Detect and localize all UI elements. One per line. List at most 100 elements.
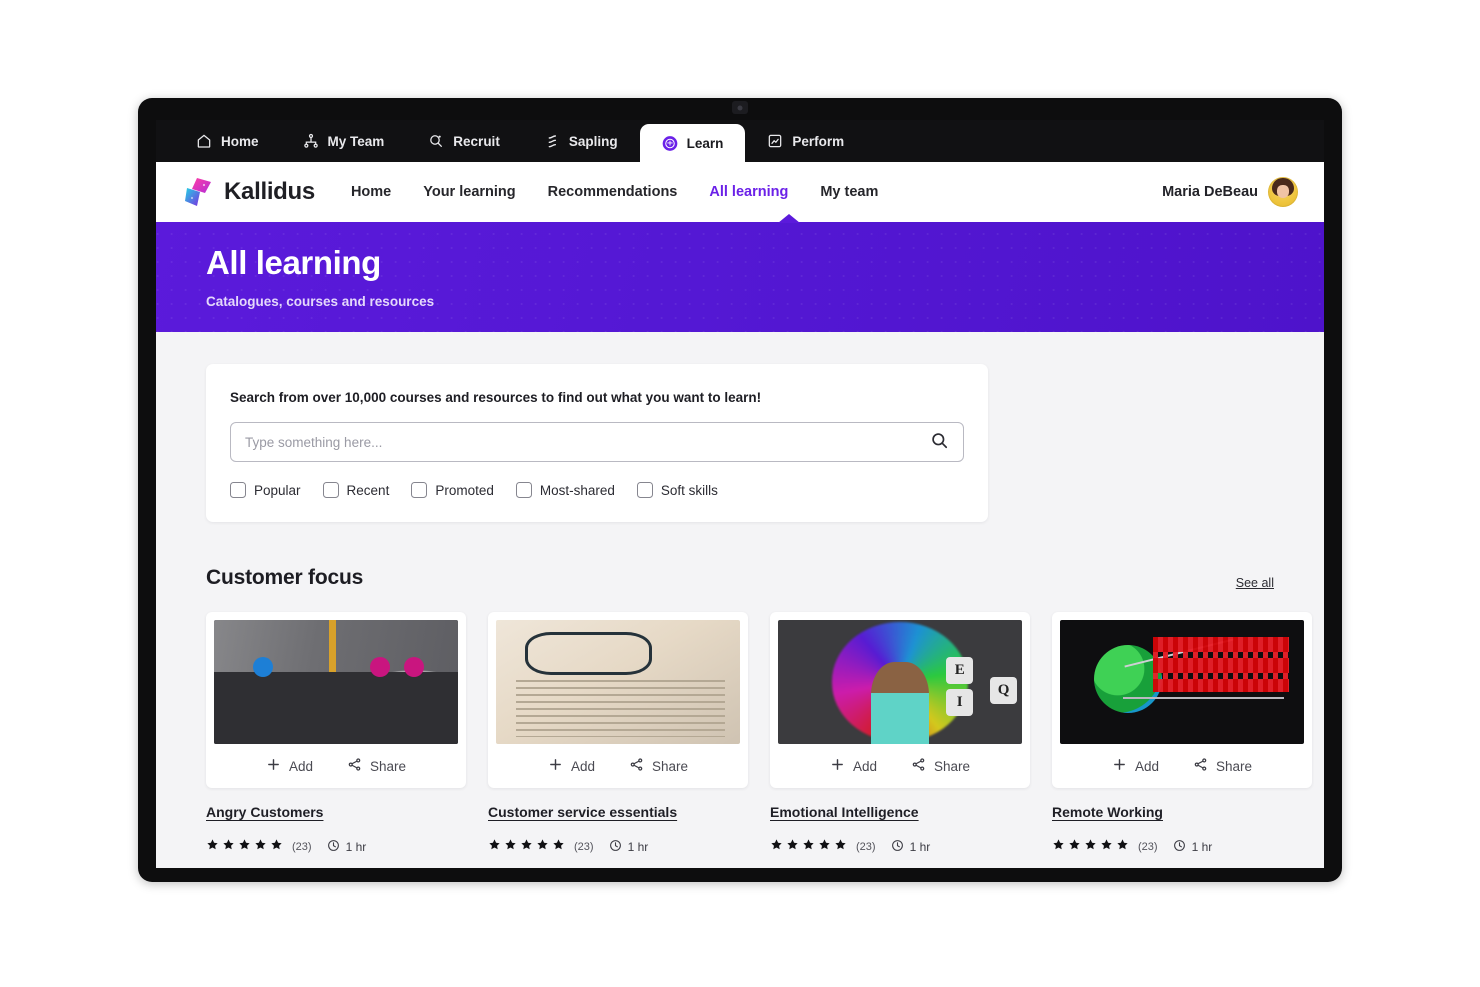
filter-soft-skills[interactable]: Soft skills: [636, 482, 718, 498]
filter-label: Promoted: [435, 482, 494, 498]
course-thumbnail: [214, 620, 458, 744]
checkbox-icon[interactable]: [322, 482, 339, 498]
camera-notch-icon: [732, 101, 748, 114]
rating-stars: [206, 838, 283, 856]
star-icon: [254, 838, 267, 856]
filter-label: Popular: [254, 482, 301, 498]
add-button[interactable]: Add: [266, 757, 313, 775]
course-duration: 1 hr: [891, 839, 931, 855]
user-menu[interactable]: Maria DeBeau: [1162, 177, 1298, 207]
share-button[interactable]: Share: [1193, 757, 1252, 775]
share-button[interactable]: Share: [347, 757, 406, 775]
add-button[interactable]: Add: [1112, 757, 1159, 775]
product-tab-label: Perform: [792, 133, 845, 149]
course-card-actions: Add Share: [496, 744, 740, 788]
star-icon: [834, 838, 847, 856]
see-all-link[interactable]: See all: [1236, 576, 1274, 590]
user-name: Maria DeBeau: [1162, 184, 1258, 200]
filter-most-shared[interactable]: Most-shared: [515, 482, 615, 498]
avatar[interactable]: [1268, 177, 1298, 207]
rating-count: (23): [856, 841, 876, 853]
page-subtitle: Catalogues, courses and resources: [206, 294, 435, 309]
course-title-link[interactable]: Angry Customers: [206, 804, 466, 820]
course-card[interactable]: E I Q Add Share Emotional Intelligence (…: [770, 612, 1030, 856]
active-nav-caret-icon: [778, 214, 800, 223]
star-icon: [536, 838, 549, 856]
course-duration: 1 hr: [609, 839, 649, 855]
course-card-actions: Add Share: [1060, 744, 1304, 788]
share-button[interactable]: Share: [629, 757, 688, 775]
brand-name: Kallidus: [224, 178, 315, 205]
search-submit-button[interactable]: [930, 431, 949, 453]
product-tab-recruit[interactable]: Recruit: [406, 120, 522, 162]
star-icon: [206, 838, 219, 856]
star-icon: [1052, 838, 1065, 856]
star-icon: [238, 838, 251, 856]
add-button[interactable]: Add: [830, 757, 877, 775]
product-tab-sapling[interactable]: Sapling: [522, 120, 640, 162]
app-nav-my-team[interactable]: My team: [820, 184, 878, 200]
filter-label: Recent: [346, 482, 390, 498]
course-thumbnail: E I Q: [778, 620, 1022, 744]
app-nav-home[interactable]: Home: [351, 184, 391, 200]
device-frame: Home My Team Recruit Sapling Learn Perfo…: [138, 98, 1342, 882]
course-title-link[interactable]: Customer service essentials: [488, 804, 748, 820]
add-label: Add: [288, 758, 313, 774]
product-tab-strip: Home My Team Recruit Sapling Learn Perfo…: [156, 120, 1324, 162]
plus-icon: [830, 757, 845, 775]
product-tab-my-team[interactable]: My Team: [281, 120, 407, 162]
product-tab-home[interactable]: Home: [174, 120, 281, 162]
course-card[interactable]: Add Share Remote Working (23) 1 hr: [1052, 612, 1312, 856]
product-tab-learn[interactable]: Learn: [639, 124, 746, 162]
filter-promoted[interactable]: Promoted: [411, 482, 494, 498]
filter-recent[interactable]: Recent: [322, 482, 390, 498]
course-duration: 1 hr: [1173, 839, 1213, 855]
duration-label: 1 hr: [345, 840, 367, 854]
page-title: All learning: [206, 244, 381, 281]
add-button[interactable]: Add: [548, 757, 595, 775]
search-input[interactable]: [245, 434, 930, 450]
course-title-link[interactable]: Remote Working: [1052, 804, 1312, 820]
app-nav-all-learning[interactable]: All learning: [709, 184, 788, 200]
share-button[interactable]: Share: [911, 757, 970, 775]
section-title: Customer focus: [206, 566, 364, 589]
star-icon: [1100, 838, 1113, 856]
share-label: Share: [652, 758, 689, 774]
rating-stars: [1052, 838, 1129, 856]
app-nav-recommendations[interactable]: Recommendations: [548, 184, 678, 200]
filter-label: Soft skills: [660, 482, 718, 498]
checkbox-icon[interactable]: [515, 482, 532, 498]
search-filters: Popular Recent Promoted Most-shared Soft…: [230, 482, 964, 498]
checkbox-icon[interactable]: [230, 482, 246, 498]
search-icon: [930, 431, 949, 453]
filter-popular[interactable]: Popular: [230, 482, 301, 498]
app-nav-your-learning[interactable]: Your learning: [423, 184, 515, 200]
filter-label: Most-shared: [539, 482, 615, 498]
product-tab-perform[interactable]: Perform: [745, 120, 866, 162]
course-meta: (23) 1 hr: [488, 838, 748, 856]
home-icon: [196, 133, 212, 149]
page-hero: All learning Catalogues, courses and res…: [156, 214, 1324, 332]
duration-label: 1 hr: [1191, 840, 1213, 854]
search-box[interactable]: [230, 422, 964, 462]
course-card[interactable]: Add Share Customer service essentials (2…: [488, 612, 748, 856]
section-header: Customer focus See all: [206, 566, 1274, 590]
checkbox-icon[interactable]: [636, 482, 653, 498]
share-icon: [347, 757, 362, 775]
star-icon: [1084, 838, 1097, 856]
duration-label: 1 hr: [909, 840, 931, 854]
course-card[interactable]: Add Share Angry Customers (23) 1 hr: [206, 612, 466, 856]
duration-label: 1 hr: [627, 840, 649, 854]
product-tab-label: Recruit: [453, 133, 500, 149]
brand-logo[interactable]: Kallidus: [184, 176, 315, 208]
course-title-link[interactable]: Emotional Intelligence: [770, 804, 1030, 820]
course-card-media: E I Q Add Share: [770, 612, 1030, 788]
checkbox-icon[interactable]: [411, 482, 428, 498]
product-tab-label: Sapling: [568, 133, 618, 149]
star-icon: [1068, 838, 1081, 856]
share-label: Share: [934, 758, 971, 774]
chart-icon: [767, 133, 783, 149]
screen: Home My Team Recruit Sapling Learn Perfo…: [156, 120, 1324, 868]
course-card-media: Add Share: [206, 612, 466, 788]
rating-count: (23): [292, 841, 312, 853]
